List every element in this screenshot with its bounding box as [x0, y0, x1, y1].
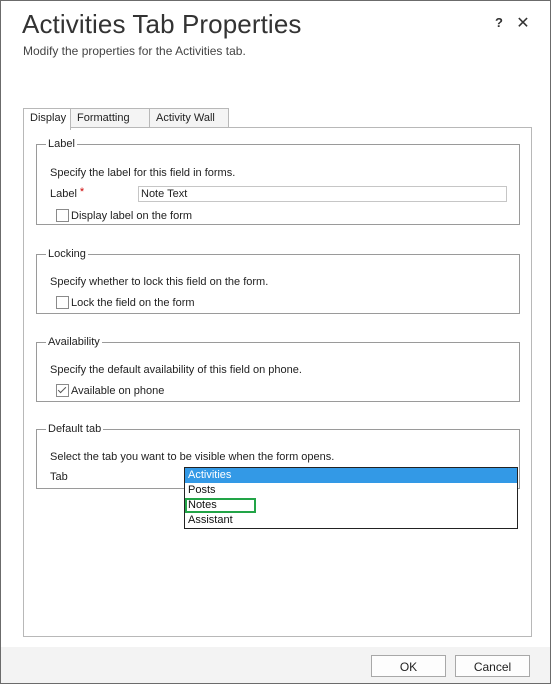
- close-icon[interactable]: ✕: [515, 13, 531, 32]
- label-text-input[interactable]: [138, 186, 507, 202]
- tab-option-posts[interactable]: Posts: [185, 483, 517, 498]
- locking-section-description: Specify whether to lock this field on th…: [50, 276, 269, 288]
- cancel-button[interactable]: Cancel: [455, 655, 530, 677]
- availability-section-legend: Availability: [48, 336, 100, 348]
- label-section-legend: Label: [48, 138, 75, 150]
- required-marker: *: [79, 186, 85, 198]
- availability-section: Availability Specify the default availab…: [36, 336, 520, 402]
- tab-option-assistant[interactable]: Assistant: [185, 513, 517, 528]
- locking-section: Locking Specify whether to lock this fie…: [36, 248, 520, 314]
- display-label-checkbox-label: Display label on the form: [71, 209, 193, 222]
- ok-button[interactable]: OK: [371, 655, 446, 677]
- tab-formatting[interactable]: Formatting: [70, 108, 150, 128]
- default-tab-section-description: Select the tab you want to be visible wh…: [50, 451, 335, 463]
- help-icon[interactable]: ?: [492, 15, 506, 31]
- label-field-text: Label: [50, 188, 77, 200]
- display-tab-panel: Label Specify the label for this field i…: [23, 127, 532, 637]
- available-on-phone-checkbox-label: Available on phone: [71, 384, 165, 397]
- lock-field-checkbox[interactable]: [56, 296, 69, 309]
- properties-dialog: Activities Tab Properties Modify the pro…: [0, 0, 551, 684]
- label-section-description: Specify the label for this field in form…: [50, 167, 236, 179]
- label-section: Label Specify the label for this field i…: [36, 138, 520, 225]
- dialog-title: Activities Tab Properties: [22, 9, 302, 39]
- tab-option-notes[interactable]: Notes: [185, 498, 256, 513]
- tab-display[interactable]: Display: [23, 108, 71, 130]
- tab-field-label: Tab: [50, 471, 68, 483]
- available-on-phone-checkbox[interactable]: [56, 384, 69, 397]
- label-field-label: Label *: [50, 186, 85, 200]
- available-on-phone-checkbox-row[interactable]: Available on phone: [56, 384, 164, 397]
- locking-section-legend: Locking: [48, 248, 86, 260]
- tab-activity-wall[interactable]: Activity Wall: [149, 108, 229, 128]
- tab-bar: Display Formatting Activity Wall: [23, 108, 229, 130]
- display-label-checkbox-row[interactable]: Display label on the form: [56, 209, 192, 222]
- dialog-subtitle: Modify the properties for the Activities…: [23, 44, 246, 58]
- display-label-checkbox[interactable]: [56, 209, 69, 222]
- availability-section-description: Specify the default availability of this…: [50, 364, 302, 376]
- tab-option-activities[interactable]: Activities: [185, 468, 517, 483]
- default-tab-listbox[interactable]: Activities Posts Notes Assistant: [184, 467, 518, 529]
- lock-field-checkbox-row[interactable]: Lock the field on the form: [56, 296, 195, 309]
- default-tab-section-legend: Default tab: [48, 423, 102, 435]
- lock-field-checkbox-label: Lock the field on the form: [71, 296, 195, 309]
- default-tab-section: Default tab Select the tab you want to b…: [36, 423, 520, 529]
